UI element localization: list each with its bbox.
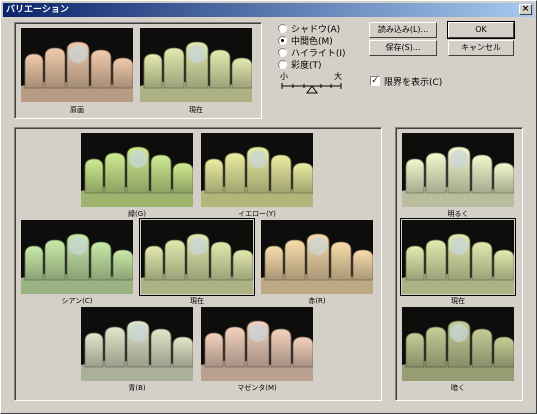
darker-caption: 暗く	[451, 384, 465, 392]
yellow-caption: イエロー(Y)	[238, 210, 276, 218]
radio-button[interactable]	[278, 59, 287, 69]
brightness-current-caption: 現在	[451, 297, 465, 305]
ok-button[interactable]: OK	[447, 21, 515, 39]
radio-button[interactable]	[278, 23, 287, 33]
yellow-variation[interactable]	[201, 133, 313, 207]
red-caption: 赤(R)	[308, 297, 326, 305]
title-bar: バリエーション ×	[3, 3, 534, 17]
current-thumbnail	[140, 28, 252, 102]
radio-button[interactable]	[278, 47, 287, 57]
original-thumbnail	[21, 28, 133, 102]
cyan-variation[interactable]	[21, 220, 133, 294]
cancel-button[interactable]: キャンセル	[448, 40, 514, 56]
window-title: バリエーション	[6, 5, 69, 15]
magenta-variation[interactable]	[201, 307, 313, 381]
show-clipping-checkbox[interactable]: ✓	[370, 76, 380, 86]
slider-thumb[interactable]	[306, 85, 318, 94]
color-current-caption: 現在	[190, 297, 204, 305]
color-current-variation	[139, 218, 255, 296]
load-button[interactable]: 読み込み(L)...	[369, 22, 437, 38]
brightness-current-variation	[400, 218, 516, 296]
close-button[interactable]: ×	[519, 4, 532, 15]
show-clipping-label: 限界を表示(C)	[384, 78, 443, 88]
blue-variation[interactable]	[81, 307, 193, 381]
lighter-variation[interactable]	[402, 133, 514, 207]
radio-highlights[interactable]: ハイライト(I)	[278, 46, 346, 59]
original-caption: 原画	[70, 106, 84, 114]
variations-dialog: バリエーション × 原画 現在 シャドウ(A) 中間色(M) ハイライト(I) …	[0, 0, 537, 414]
green-caption: 緑(G)	[128, 210, 146, 218]
lighter-caption: 明るく	[447, 210, 469, 218]
radio-button[interactable]	[278, 35, 287, 45]
fine-coarse-slider[interactable]	[279, 81, 345, 95]
red-variation[interactable]	[261, 220, 373, 294]
darker-variation[interactable]	[402, 307, 514, 381]
magenta-caption: マゼンタ(M)	[237, 384, 277, 392]
blue-caption: 青(B)	[128, 384, 146, 392]
radio-midtones[interactable]: 中間色(M)	[278, 34, 333, 47]
current-caption: 現在	[189, 106, 203, 114]
radio-label: 彩度(T)	[291, 60, 322, 71]
cyan-caption: シアン(C)	[61, 297, 93, 305]
radio-shadows[interactable]: シャドウ(A)	[278, 22, 340, 35]
save-button[interactable]: 保存(S)...	[369, 40, 437, 56]
radio-saturation[interactable]: 彩度(T)	[278, 58, 322, 71]
green-variation[interactable]	[81, 133, 193, 207]
